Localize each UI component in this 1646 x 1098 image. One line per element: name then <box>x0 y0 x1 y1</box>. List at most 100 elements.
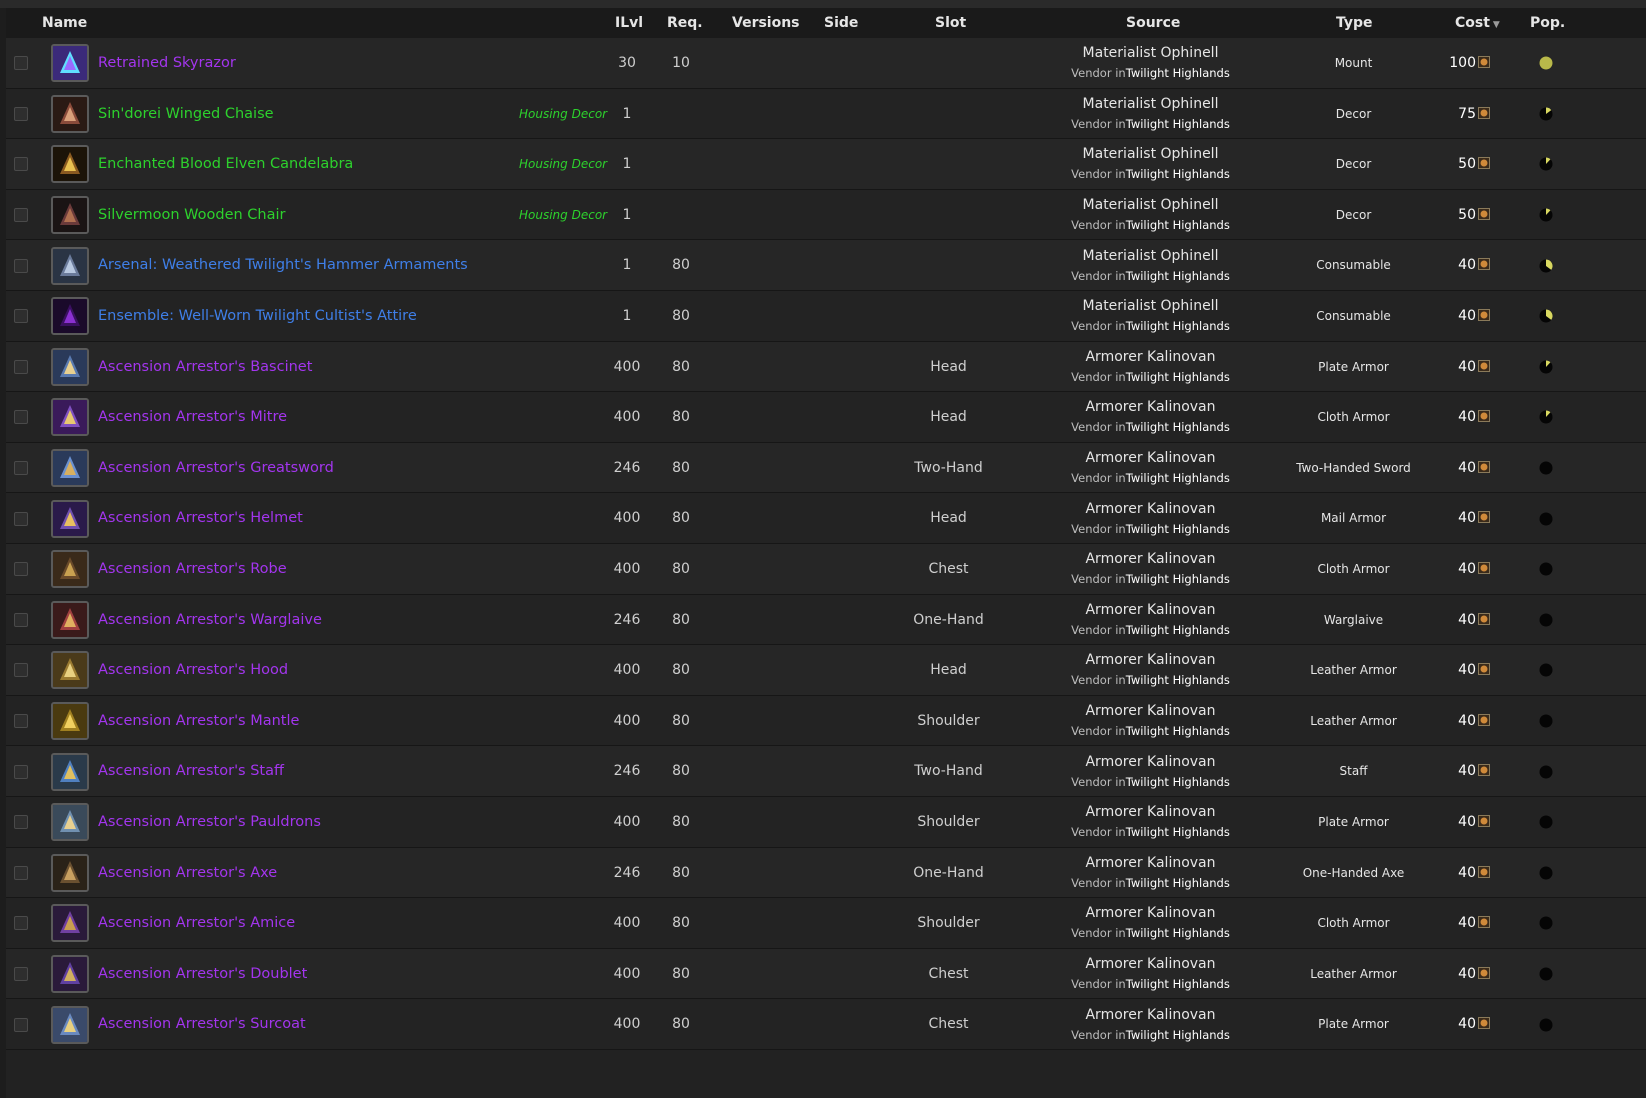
item-name-link[interactable]: Silvermoon Wooden Chair <box>98 190 285 241</box>
item-name-link[interactable]: Ascension Arrestor's Staff <box>98 746 284 797</box>
table-row[interactable]: Sin'dorei Winged Chaise Housing Decor 1 Mat… <box>6 88 1646 140</box>
source-npc-link[interactable]: Armorer Kalinovan <box>1028 854 1273 872</box>
currency-icon[interactable] <box>1478 815 1490 827</box>
col-source-header[interactable]: Source <box>1126 8 1180 38</box>
source-npc-link[interactable]: Armorer Kalinovan <box>1028 398 1273 416</box>
table-row[interactable]: Ascension Arrestor's Helmet 400 80 Head Armo… <box>6 493 1646 544</box>
item-name-link[interactable]: Enchanted Blood Elven Candelabra <box>98 139 353 190</box>
source-npc-link[interactable]: Materialist Ophinell <box>1028 145 1273 163</box>
staff-icon[interactable] <box>51 752 89 791</box>
row-checkbox[interactable] <box>14 258 28 273</box>
source-npc-link[interactable]: Armorer Kalinovan <box>1028 955 1273 973</box>
currency-icon[interactable] <box>1478 359 1490 372</box>
item-name-link[interactable]: Ascension Arrestor's Hood <box>98 645 288 696</box>
currency-icon[interactable] <box>1478 460 1490 473</box>
zone-link[interactable]: Twilight Highlands <box>1126 623 1230 637</box>
zone-link[interactable]: Twilight Highlands <box>1126 167 1230 181</box>
currency-icon[interactable] <box>1478 309 1490 321</box>
table-row[interactable]: Ascension Arrestor's Amice 400 80 Shoulder A… <box>6 898 1646 949</box>
currency-icon[interactable] <box>1478 916 1490 929</box>
zone-link[interactable]: Twilight Highlands <box>1126 572 1230 586</box>
source-npc-link[interactable]: Armorer Kalinovan <box>1028 601 1273 619</box>
row-checkbox[interactable] <box>14 56 28 71</box>
zone-link[interactable]: Twilight Highlands <box>1126 673 1230 687</box>
currency-icon[interactable] <box>1478 258 1490 271</box>
currency-icon[interactable] <box>1478 106 1490 119</box>
item-name-link[interactable]: Ascension Arrestor's Surcoat <box>98 999 306 1050</box>
table-row[interactable]: Ascension Arrestor's Doublet 400 80 Chest Ar… <box>6 948 1646 1000</box>
row-checkbox[interactable] <box>14 157 28 172</box>
table-row[interactable]: Retrained Skyrazor 30 10 Materialist Ophine… <box>6 38 1646 89</box>
row-checkbox[interactable] <box>14 562 28 577</box>
doublet-icon[interactable] <box>51 955 89 994</box>
row-checkbox[interactable] <box>14 410 28 425</box>
table-row[interactable]: Ascension Arrestor's Surcoat 400 80 Chest Ar… <box>6 999 1646 1050</box>
robe-icon[interactable] <box>51 550 89 589</box>
table-row[interactable]: Ascension Arrestor's Axe 246 80 One-Hand Arm… <box>6 847 1646 899</box>
table-row[interactable]: Ascension Arrestor's Mitre 400 80 Head Armor… <box>6 392 1646 443</box>
item-name-link[interactable]: Ascension Arrestor's Mantle <box>98 696 299 747</box>
table-row[interactable]: Ascension Arrestor's Hood 400 80 Head Armore… <box>6 645 1646 696</box>
zone-link[interactable]: Twilight Highlands <box>1126 420 1230 434</box>
amice-icon[interactable] <box>51 904 89 943</box>
surcoat-icon[interactable] <box>51 1005 89 1044</box>
row-checkbox[interactable] <box>14 663 28 678</box>
currency-icon[interactable] <box>1478 56 1490 68</box>
source-npc-link[interactable]: Materialist Ophinell <box>1028 95 1273 113</box>
warglaive-icon[interactable] <box>51 600 89 639</box>
zone-link[interactable]: Twilight Highlands <box>1126 269 1230 283</box>
row-checkbox[interactable] <box>14 208 28 223</box>
row-checkbox[interactable] <box>14 461 28 476</box>
plate-helm-icon[interactable] <box>51 347 89 386</box>
row-checkbox[interactable] <box>14 865 28 880</box>
row-checkbox[interactable] <box>14 967 28 982</box>
table-row[interactable]: Ensemble: Well-Worn Twilight Cultist's A… <box>6 291 1646 342</box>
item-name-link[interactable]: Ascension Arrestor's Mitre <box>98 392 287 443</box>
source-npc-link[interactable]: Armorer Kalinovan <box>1028 651 1273 669</box>
row-checkbox[interactable] <box>14 815 28 830</box>
source-npc-link[interactable]: Materialist Ophinell <box>1028 247 1273 265</box>
item-name-link[interactable]: Ascension Arrestor's Axe <box>98 848 277 899</box>
zone-link[interactable]: Twilight Highlands <box>1126 471 1230 485</box>
col-versions-header[interactable]: Versions <box>732 8 800 38</box>
col-cost-header[interactable]: Cost ▼ <box>1455 8 1500 38</box>
row-checkbox[interactable] <box>14 309 28 324</box>
item-name-link[interactable]: Ascension Arrestor's Doublet <box>98 949 307 1000</box>
col-side-header[interactable]: Side <box>824 8 858 38</box>
currency-icon[interactable] <box>1478 764 1490 777</box>
table-row[interactable]: Ascension Arrestor's Staff 246 80 Two-Hand A… <box>6 746 1646 797</box>
source-npc-link[interactable]: Materialist Ophinell <box>1028 44 1273 62</box>
col-pop-header[interactable]: Pop. <box>1530 8 1565 38</box>
source-npc-link[interactable]: Materialist Ophinell <box>1028 297 1273 315</box>
currency-icon[interactable] <box>1478 966 1490 979</box>
item-name-link[interactable]: Ascension Arrestor's Robe <box>98 544 287 595</box>
skyrazor-mount-icon[interactable] <box>51 44 89 83</box>
cultist-hood-icon[interactable] <box>51 297 89 336</box>
item-name-link[interactable]: Ensemble: Well-Worn Twilight Cultist's A… <box>98 291 417 342</box>
source-npc-link[interactable]: Armorer Kalinovan <box>1028 348 1273 366</box>
zone-link[interactable]: Twilight Highlands <box>1126 825 1230 839</box>
zone-link[interactable]: Twilight Highlands <box>1126 218 1230 232</box>
currency-icon[interactable] <box>1478 713 1490 726</box>
source-npc-link[interactable]: Materialist Ophinell <box>1028 196 1273 214</box>
row-checkbox[interactable] <box>14 714 28 729</box>
currency-icon[interactable] <box>1478 410 1490 423</box>
currency-icon[interactable] <box>1478 157 1490 170</box>
table-row[interactable]: Silvermoon Wooden Chair Housing Decor 1 Mat… <box>6 189 1646 241</box>
mantle-icon[interactable] <box>51 702 89 741</box>
item-name-link[interactable]: Ascension Arrestor's Pauldrons <box>98 797 321 848</box>
arsenal-weapons-icon[interactable] <box>51 246 89 285</box>
greatsword-icon[interactable] <box>51 449 89 488</box>
source-npc-link[interactable]: Armorer Kalinovan <box>1028 702 1273 720</box>
source-npc-link[interactable]: Armorer Kalinovan <box>1028 1006 1273 1024</box>
zone-link[interactable]: Twilight Highlands <box>1126 724 1230 738</box>
table-row[interactable]: Enchanted Blood Elven Candelabra Housing … <box>6 139 1646 190</box>
mitre-icon[interactable] <box>51 398 89 437</box>
candelabra-icon[interactable] <box>51 145 89 184</box>
zone-link[interactable]: Twilight Highlands <box>1126 977 1230 991</box>
chaise-icon[interactable] <box>51 94 89 133</box>
source-npc-link[interactable]: Armorer Kalinovan <box>1028 449 1273 467</box>
zone-link[interactable]: Twilight Highlands <box>1126 522 1230 536</box>
table-row[interactable]: Ascension Arrestor's Warglaive 246 80 One-H… <box>6 594 1646 646</box>
row-checkbox[interactable] <box>14 764 28 779</box>
